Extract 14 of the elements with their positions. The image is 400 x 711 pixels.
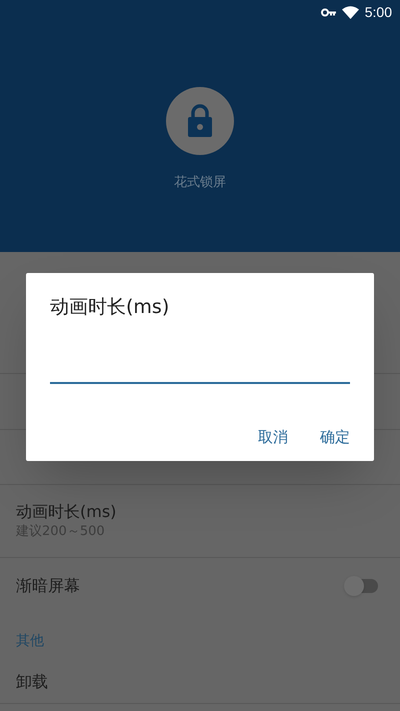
toggle-switch[interactable]: [344, 576, 380, 596]
dialog-button[interactable]: 取消: [246, 420, 300, 456]
app-name: 花式锁屏: [174, 174, 226, 192]
clock-time: 5:00: [364, 3, 392, 22]
settings-item[interactable]: 卸载: [0, 660, 400, 704]
key-icon: [320, 8, 336, 17]
item-title: 动画时长(ms): [16, 501, 118, 523]
wifi-icon: [342, 6, 359, 19]
dialog-button[interactable]: 确定: [308, 420, 362, 456]
item-title: 卸载: [16, 670, 49, 692]
settings-item[interactable]: 渐暗屏幕: [0, 558, 400, 614]
item-title: 渐暗屏幕: [16, 575, 80, 597]
section-header: 其他: [16, 632, 44, 651]
dialog-title: 动画时长(ms): [50, 295, 170, 320]
